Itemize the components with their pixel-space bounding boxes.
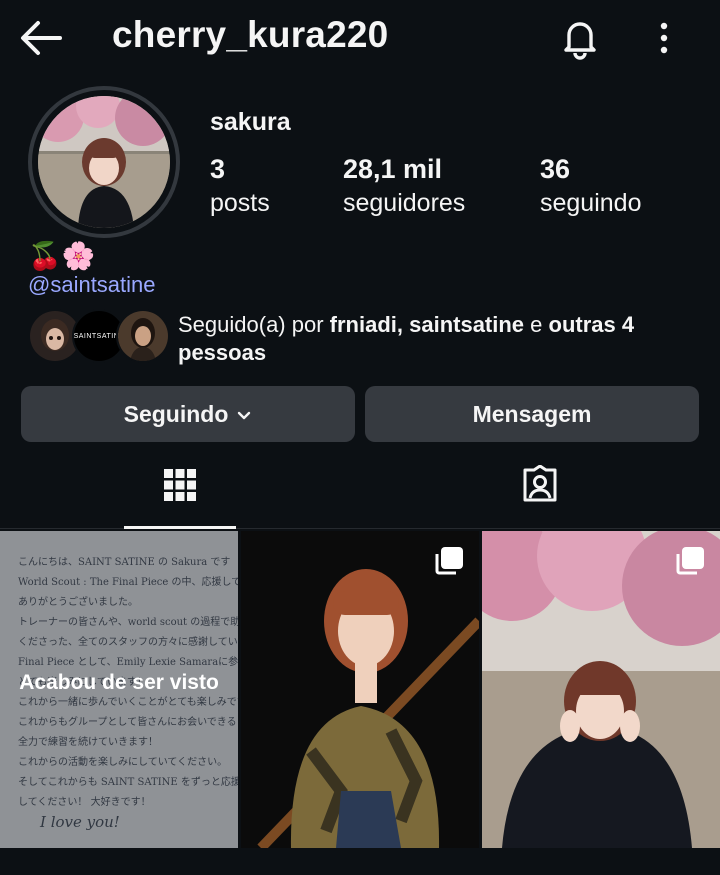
- tagged-person-icon: [520, 464, 560, 510]
- followed-by-text: Seguido(a) por frniadi, saintsatine e ou…: [178, 311, 708, 367]
- profile-tabs: [0, 446, 720, 529]
- followers-count: 28,1 mil: [343, 154, 443, 184]
- threads-link[interactable]: @saintsatine: [28, 272, 156, 298]
- followed-by-names: frniadi, saintsatine: [329, 312, 525, 337]
- following-count: 36: [540, 154, 571, 184]
- carousel-icon: [433, 545, 465, 577]
- bottom-spacer: [0, 848, 720, 875]
- active-tab-indicator: [124, 526, 236, 529]
- posts-label: posts: [210, 189, 270, 217]
- top-bar: cherry_kura220: [0, 0, 720, 76]
- followed-by-connector: e: [524, 312, 549, 337]
- posts-count: 3: [210, 154, 226, 184]
- display-name: sakura: [210, 108, 291, 136]
- bio-emoji: 🍒🌸: [28, 241, 96, 271]
- follower-avatar: [116, 309, 170, 363]
- more-vertical-icon[interactable]: [648, 16, 680, 60]
- followed-by-prefix: Seguido(a) por: [178, 312, 330, 337]
- post-tile[interactable]: こんにちは、SAINT SATINE の Sakura です World Scou…: [0, 531, 238, 848]
- post-tile[interactable]: [482, 531, 720, 848]
- following-button-label: Seguindo: [123, 400, 229, 427]
- threads-handle: @saintsatine: [28, 272, 156, 297]
- post-photo: [241, 531, 479, 848]
- grid-icon: [163, 468, 197, 507]
- avatar-photo: [38, 96, 170, 228]
- following-stat[interactable]: 36 seguindo: [540, 152, 641, 220]
- followers-stat[interactable]: 28,1 mil seguidores: [343, 152, 465, 220]
- posts-stat[interactable]: 3 posts: [210, 152, 270, 220]
- profile-username: cherry_kura220: [112, 14, 389, 55]
- bell-icon[interactable]: [558, 16, 602, 60]
- tab-grid[interactable]: [0, 446, 360, 528]
- following-button[interactable]: Seguindo: [21, 386, 355, 442]
- followers-label: seguidores: [343, 189, 466, 217]
- seen-label: Acabou de ser visto: [19, 671, 219, 694]
- tab-tagged[interactable]: [360, 446, 720, 528]
- followed-by-row[interactable]: SAINTSATINE Seguido(a) por frniadi, sain…: [28, 305, 708, 367]
- profile-avatar[interactable]: [28, 86, 180, 238]
- post-tile[interactable]: [241, 531, 479, 848]
- chevron-down-icon: [236, 401, 252, 428]
- message-button[interactable]: Mensagem: [365, 386, 699, 442]
- carousel-icon: [674, 545, 706, 577]
- following-label: seguindo: [540, 189, 642, 217]
- message-button-label: Mensagem: [472, 400, 592, 427]
- post-photo: [482, 531, 720, 848]
- back-arrow-icon[interactable]: [18, 18, 64, 58]
